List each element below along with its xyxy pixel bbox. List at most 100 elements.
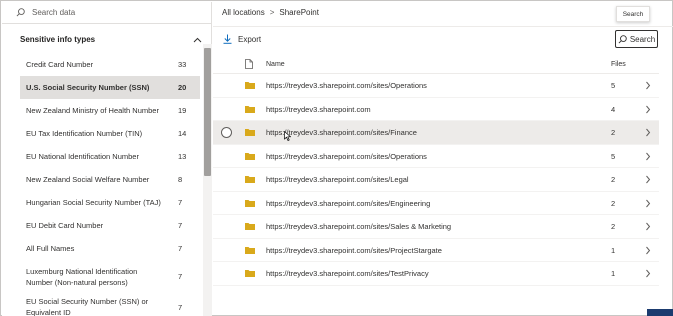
location-url[interactable]: https://treydev3.sharepoint.com/sites/Op… (266, 81, 427, 90)
sensitive-info-label: EU Debit Card Number (26, 221, 104, 230)
app-frame: Search data Sensitive info types Credit … (0, 0, 673, 316)
search-icon (618, 34, 627, 43)
chevron-right-icon[interactable] (645, 105, 651, 116)
radio-icon[interactable] (221, 127, 232, 138)
column-header-files[interactable]: Files (611, 61, 626, 68)
document-icon (245, 59, 253, 69)
sensitive-info-count: 7 (178, 198, 183, 207)
download-icon (223, 34, 232, 44)
sensitive-info-count: 7 (178, 221, 183, 230)
folder-icon (245, 175, 255, 185)
sensitive-info-item[interactable]: U.S. Social Security Number (SSN) 20 (20, 76, 200, 99)
left-scrollbar[interactable] (203, 44, 212, 316)
sensitive-info-item[interactable]: New Zealand Ministry of Health Number 19 (20, 99, 200, 122)
sensitive-info-count: 7 (178, 272, 183, 281)
table-row[interactable]: https://treydev3.sharepoint.com/sites/Le… (213, 168, 659, 192)
chevron-right-icon[interactable] (645, 128, 651, 139)
folder-icon (245, 269, 255, 279)
table-row[interactable]: https://treydev3.sharepoint.com/sites/Sa… (213, 215, 659, 239)
location-url[interactable]: https://treydev3.sharepoint.com/sites/Pr… (266, 246, 442, 255)
breadcrumb: All locations > SharePoint (222, 8, 319, 17)
sensitive-info-label: All Full Names (26, 244, 75, 253)
left-panel: Search data Sensitive info types Credit … (2, 2, 212, 316)
file-count: 1 (611, 245, 616, 255)
chevron-up-icon[interactable] (193, 37, 202, 43)
sensitive-info-count: 8 (178, 175, 183, 184)
chevron-right-icon[interactable] (645, 81, 651, 92)
chevron-right-icon[interactable] (645, 152, 651, 163)
folder-icon (245, 222, 255, 232)
file-count: 2 (611, 198, 616, 208)
corner-accent (647, 309, 673, 316)
sensitive-info-item[interactable]: New Zealand Social Welfare Number 8 (20, 168, 200, 191)
scroll-thumb[interactable] (204, 48, 211, 176)
folder-icon (245, 81, 255, 91)
sensitive-info-item[interactable]: Luxemburg National Identification Number… (20, 260, 200, 293)
sensitive-info-item[interactable]: Hungarian Social Security Number (TAJ) 7 (20, 191, 200, 214)
search-button[interactable]: Search (615, 30, 658, 48)
search-placeholder: Search data (32, 8, 76, 17)
divider (213, 26, 673, 27)
chevron-right-icon[interactable] (645, 222, 651, 233)
right-panel: All locations > SharePoint Search Export… (213, 2, 673, 316)
file-count: 2 (611, 222, 616, 231)
location-url[interactable]: https://treydev3.sharepoint.com/sites/Le… (266, 175, 409, 184)
search-tooltip: Search (616, 6, 650, 22)
sensitive-info-list: Credit Card Number 33 U.S. Social Security… (20, 53, 200, 316)
export-button[interactable]: Export (223, 34, 261, 44)
sensitive-info-count: 7 (178, 244, 183, 253)
column-header-name[interactable]: Name (266, 61, 285, 68)
file-count: 2 (611, 175, 616, 184)
folder-icon (245, 246, 255, 256)
mouse-cursor-icon (284, 130, 292, 143)
sensitive-info-label: EU Social Security Number (SSN) or Equiv… (26, 297, 149, 316)
sensitive-info-count: 14 (178, 129, 187, 138)
sensitive-info-item[interactable]: EU National Identification Number 13 (20, 145, 200, 168)
sensitive-info-count: 7 (178, 302, 183, 312)
chevron-right-icon[interactable] (645, 199, 651, 210)
sensitive-info-item[interactable]: All Full Names 7 (20, 237, 200, 260)
sensitive-info-label: New Zealand Ministry of Health Number (26, 106, 159, 115)
sensitive-info-item[interactable]: EU Social Security Number (SSN) or Equiv… (20, 293, 200, 316)
sensitive-info-label: EU Tax Identification Number (TIN) (26, 129, 143, 138)
locations-table: Name Files https://treydev3.sharepoint.c… (213, 54, 659, 286)
table-row[interactable]: https://treydev3.sharepoint.com 4 (213, 98, 659, 121)
folder-icon (245, 199, 255, 209)
table-row[interactable]: https://treydev3.sharepoint.com/sites/Pr… (213, 239, 659, 262)
file-count: 1 (611, 269, 616, 278)
table-row[interactable]: https://treydev3.sharepoint.com/sites/En… (213, 192, 659, 215)
table-header: Name Files (213, 54, 659, 74)
table-row[interactable]: https://treydev3.sharepoint.com/sites/Op… (213, 74, 659, 98)
table-body: https://treydev3.sharepoint.com/sites/Op… (213, 74, 659, 286)
breadcrumb-all-locations[interactable]: All locations (222, 8, 265, 17)
search-data-input[interactable]: Search data (2, 2, 212, 24)
sensitive-info-count: 33 (178, 60, 187, 69)
sensitive-info-item[interactable]: EU Debit Card Number 7 (20, 214, 200, 237)
file-count: 2 (611, 128, 616, 137)
breadcrumb-separator: > (269, 8, 275, 17)
table-row[interactable]: https://treydev3.sharepoint.com/sites/Op… (213, 145, 659, 168)
sensitive-info-item[interactable]: EU Tax Identification Number (TIN) 14 (20, 122, 200, 145)
sensitive-info-label: New Zealand Social Welfare Number (26, 175, 150, 184)
folder-icon (245, 105, 255, 115)
location-url[interactable]: https://treydev3.sharepoint.com/sites/Op… (266, 152, 427, 161)
file-count: 4 (611, 104, 616, 114)
sensitive-info-item[interactable]: Credit Card Number 33 (20, 53, 200, 76)
chevron-right-icon[interactable] (645, 175, 651, 186)
sensitive-info-count: 20 (178, 83, 187, 92)
file-count: 5 (611, 151, 616, 161)
table-row[interactable]: https://treydev3.sharepoint.com/sites/Te… (213, 262, 659, 286)
chevron-right-icon[interactable] (645, 269, 651, 280)
location-url[interactable]: https://treydev3.sharepoint.com/sites/En… (266, 199, 430, 208)
search-icon (16, 8, 25, 17)
chevron-right-icon[interactable] (645, 246, 651, 257)
search-button-label: Search (629, 34, 656, 44)
location-url[interactable]: https://treydev3.sharepoint.com/sites/Sa… (266, 222, 451, 231)
location-url[interactable]: https://treydev3.sharepoint.com/sites/Te… (266, 269, 429, 278)
sensitive-info-label: Hungarian Social Security Number (TAJ) (26, 198, 161, 207)
sensitive-info-types-header[interactable]: Sensitive info types (20, 35, 202, 44)
table-row[interactable]: https://treydev3.sharepoint.com/sites/Fi… (213, 121, 659, 145)
folder-icon (245, 128, 255, 138)
sensitive-info-label: Credit Card Number (26, 60, 94, 69)
location-url[interactable]: https://treydev3.sharepoint.com (266, 105, 371, 114)
